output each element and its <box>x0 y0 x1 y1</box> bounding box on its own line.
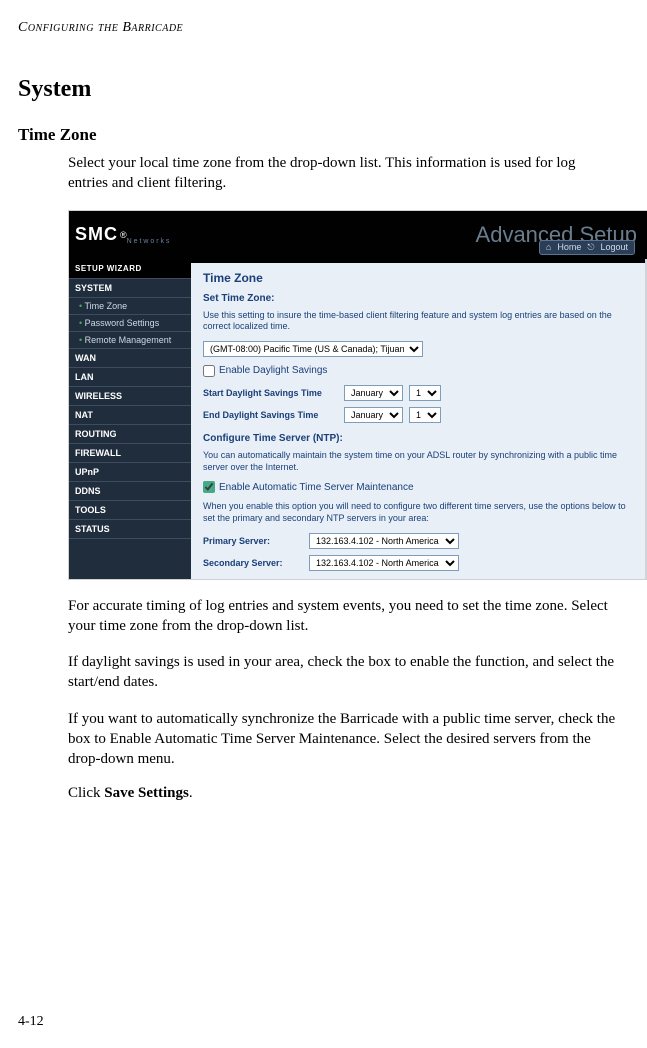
logo-text: SMC <box>75 224 118 245</box>
home-icon: ⌂ <box>546 242 551 252</box>
sidebar-status[interactable]: STATUS <box>69 520 191 539</box>
set-time-zone-label: Set Time Zone: <box>203 293 637 304</box>
logout-link[interactable]: Logout <box>600 242 628 252</box>
end-dst-day[interactable]: 1 <box>409 407 441 423</box>
primary-server-select[interactable]: 132.163.4.102 - North America <box>309 533 459 549</box>
sidebar-lan[interactable]: LAN <box>69 368 191 387</box>
home-link[interactable]: Home <box>557 242 581 252</box>
sidebar-upnp[interactable]: UPnP <box>69 463 191 482</box>
enable-dst-label: Enable Daylight Savings <box>219 365 327 376</box>
enable-auto-ntp-checkbox[interactable] <box>203 481 215 493</box>
primary-server-label: Primary Server: <box>203 536 303 546</box>
paragraph-accurate-timing: For accurate timing of log entries and s… <box>68 596 619 637</box>
screenshot-header: SMC ® N e t w o r k s Advanced Setup ⌂ H… <box>69 211 647 259</box>
save-settings-bold: Save Settings <box>104 785 189 801</box>
end-dst-label: End Daylight Savings Time <box>203 410 338 420</box>
sidebar-system[interactable]: SYSTEM <box>69 279 191 298</box>
sidebar-password-settings[interactable]: Password Settings <box>69 315 191 332</box>
sidebar-nat[interactable]: NAT <box>69 406 191 425</box>
sidebar-nav: SETUP WIZARD SYSTEM Time Zone Password S… <box>69 259 191 579</box>
click-save-settings-line: Click Save Settings. <box>68 785 629 802</box>
content-top-bar <box>191 259 647 263</box>
end-dst-month[interactable]: January <box>344 407 403 423</box>
click-suffix: . <box>189 785 193 801</box>
enable-dst-checkbox[interactable] <box>203 365 215 377</box>
ntp-title: Configure Time Server (NTP): <box>203 433 637 444</box>
start-dst-label: Start Daylight Savings Time <box>203 388 338 398</box>
page-number: 4-12 <box>18 1014 44 1030</box>
screenshot-content: Time Zone Set Time Zone: Use this settin… <box>191 259 647 579</box>
content-title: Time Zone <box>203 271 637 285</box>
time-zone-select[interactable]: (GMT-08:00) Pacific Time (US & Canada); … <box>203 341 423 357</box>
sidebar-routing[interactable]: ROUTING <box>69 425 191 444</box>
sidebar-time-zone[interactable]: Time Zone <box>69 298 191 315</box>
sidebar-ddns[interactable]: DDNS <box>69 482 191 501</box>
paragraph-auto-sync: If you want to automatically synchronize… <box>68 709 619 770</box>
enable-auto-ntp-label: Enable Automatic Time Server Maintenance <box>219 482 414 493</box>
intro-paragraph: Select your local time zone from the dro… <box>68 153 619 194</box>
sidebar-tools[interactable]: TOOLS <box>69 501 191 520</box>
click-prefix: Click <box>68 785 104 801</box>
sidebar-setup-wizard[interactable]: SETUP WIZARD <box>69 259 191 279</box>
start-dst-day[interactable]: 1 <box>409 385 441 401</box>
set-time-zone-desc: Use this setting to insure the time-base… <box>203 310 637 333</box>
router-screenshot: SMC ® N e t w o r k s Advanced Setup ⌂ H… <box>68 210 647 580</box>
logout-icon: ⎋ <box>587 242 594 253</box>
sidebar-wan[interactable]: WAN <box>69 349 191 368</box>
heading-system: System <box>18 76 629 103</box>
secondary-server-label: Secondary Server: <box>203 558 303 568</box>
start-dst-month[interactable]: January <box>344 385 403 401</box>
sidebar-firewall[interactable]: FIREWALL <box>69 444 191 463</box>
top-link-bar: ⌂ Home ⎋ Logout <box>539 240 635 255</box>
logo-subtext: N e t w o r k s <box>127 238 170 245</box>
secondary-server-select[interactable]: 132.163.4.102 - North America <box>309 555 459 571</box>
enable-auto-ntp-desc: When you enable this option you will nee… <box>203 501 637 524</box>
heading-time-zone: Time Zone <box>18 125 629 145</box>
paragraph-dst: If daylight savings is used in your area… <box>68 652 619 693</box>
sidebar-remote-management[interactable]: Remote Management <box>69 332 191 349</box>
running-header: Configuring the Barricade <box>18 20 629 36</box>
logo-reg: ® <box>120 230 127 240</box>
sidebar-wireless[interactable]: WIRELESS <box>69 387 191 406</box>
ntp-desc: You can automatically maintain the syste… <box>203 450 637 473</box>
smc-logo: SMC ® N e t w o r k s <box>75 211 169 259</box>
